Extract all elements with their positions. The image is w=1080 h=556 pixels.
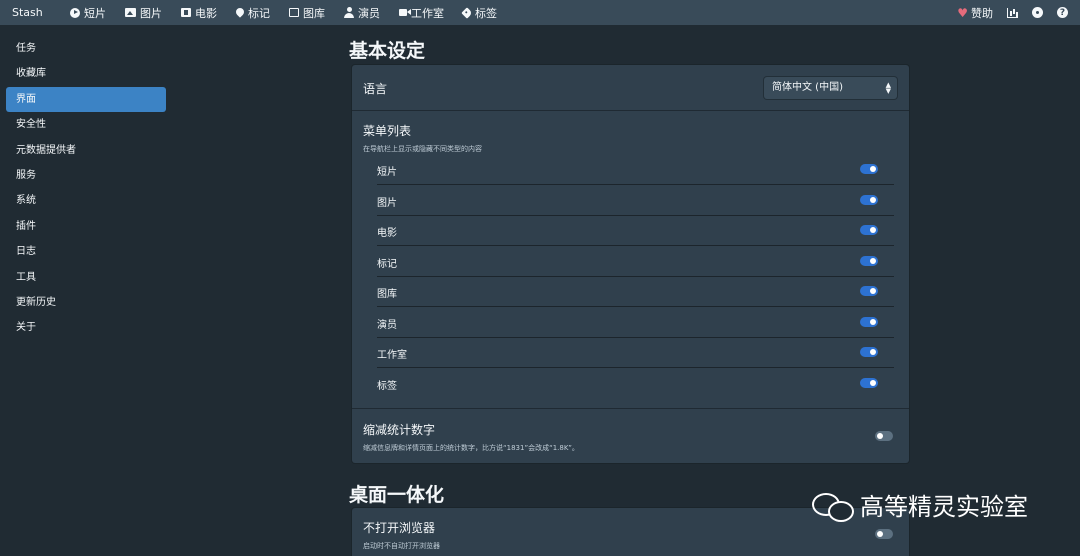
- nav-item-label: 短片: [84, 6, 106, 20]
- menu-item-toggle-scenes[interactable]: [860, 164, 878, 174]
- menu-item-label: 标记: [377, 258, 397, 270]
- menu-item-toggle-studios[interactable]: [860, 347, 878, 357]
- nav-item-images[interactable]: 图片: [125, 5, 162, 21]
- menu-item-toggle-tags[interactable]: [860, 377, 878, 388]
- nav-item-label: 演员: [358, 6, 380, 20]
- menu-items-title: 菜单列表: [363, 124, 412, 138]
- settings-sidebar: 任务 收藏库 界面 安全性 元数据提供者 服务 系统 插件 日志 工具 更新历史…: [6, 36, 166, 341]
- menu-item-toggle-performers[interactable]: [860, 316, 878, 327]
- sidebar-item-services[interactable]: 服务: [6, 163, 166, 188]
- donate-label: 赞助: [971, 6, 993, 20]
- menu-item-toggle-movies[interactable]: [860, 225, 878, 235]
- nav-item-label: 标签: [475, 6, 497, 20]
- menu-items-row: 菜单列表 在导航栏上显示或隐藏不同类型的内容 短片 图片 电影 标记 图库 演员…: [352, 111, 909, 408]
- watermark-text: 高等精灵实验室: [860, 493, 1028, 521]
- gear-icon[interactable]: [1032, 7, 1043, 18]
- select-caret-icon: ▲ ▼: [885, 81, 891, 95]
- menu-item-label: 图库: [377, 289, 397, 300]
- nav-item-performers[interactable]: 演员: [344, 5, 380, 21]
- menu-item-label: 工作室: [377, 350, 407, 361]
- wechat-icon: [812, 490, 856, 522]
- watermark: 高等精灵实验室: [812, 487, 1028, 522]
- sidebar-item-security[interactable]: 安全性: [6, 112, 166, 137]
- map-marker-icon: [234, 5, 246, 18]
- menu-item-markers: 标记: [377, 247, 894, 277]
- donate-button[interactable]: ♥ 赞助: [957, 5, 993, 21]
- nav-item-movies[interactable]: 电影: [181, 5, 217, 21]
- nav-item-label: 图库: [303, 6, 325, 20]
- menu-item-toggle-images[interactable]: [860, 194, 878, 205]
- language-label: 语言: [363, 82, 388, 96]
- menu-item-performers: 演员: [377, 308, 894, 338]
- play-circle-icon: [70, 7, 80, 18]
- nav-item-scenes[interactable]: 短片: [70, 5, 106, 21]
- menu-item-toggle-markers[interactable]: [860, 255, 878, 266]
- help-icon[interactable]: ?: [1057, 7, 1068, 18]
- sidebar-item-plugins[interactable]: 插件: [6, 214, 166, 239]
- image-icon: [125, 8, 136, 17]
- no-browser-toggle[interactable]: [875, 529, 893, 539]
- tag-icon: [461, 6, 473, 19]
- nav-item-label: 标记: [248, 6, 270, 20]
- sidebar-item-logs[interactable]: 日志: [6, 239, 166, 264]
- brand-link[interactable]: Stash: [12, 6, 70, 19]
- sidebar-item-changelog[interactable]: 更新历史: [6, 290, 166, 315]
- images-icon: [289, 8, 299, 17]
- navbar-right-group: ♥ 赞助 ?: [957, 0, 1068, 25]
- nav-item-label: 电影: [195, 6, 217, 20]
- menu-item-tags: 标签: [377, 369, 894, 399]
- menu-items-desc: 在导航栏上显示或隐藏不同类型的内容: [363, 145, 482, 153]
- top-navbar: Stash 短片 图片 电影 标记 图库 演员 工作室 标签 ♥ 赞助 ?: [0, 0, 1080, 25]
- section-title-basic: 基本设定: [349, 40, 426, 62]
- abbrev-counts-toggle[interactable]: [875, 431, 893, 441]
- no-browser-title: 不打开浏览器: [363, 521, 436, 535]
- nav-item-label: 工作室: [411, 6, 444, 20]
- sidebar-item-library[interactable]: 收藏库: [6, 61, 166, 86]
- abbrev-counts-desc: 缩减信息牌和详情页面上的统计数字，比方说“1831”会改成“1.8K”。: [363, 444, 579, 452]
- nav-item-markers[interactable]: 标记: [234, 5, 270, 21]
- menu-item-toggle-galleries[interactable]: [860, 286, 878, 296]
- menu-item-studios: 工作室: [377, 338, 894, 368]
- nav-item-label: 图片: [140, 6, 162, 20]
- menu-item-images: 图片: [377, 186, 894, 216]
- menu-item-label: 演员: [377, 319, 397, 331]
- sidebar-item-interface[interactable]: 界面: [6, 86, 166, 113]
- language-select[interactable]: 简体中文 (中国) ▲ ▼: [764, 77, 897, 99]
- video-icon: [399, 9, 411, 16]
- basic-settings-card: 语言 简体中文 (中国) ▲ ▼ 菜单列表 在导航栏上显示或隐藏不同类型的内容 短…: [352, 65, 909, 463]
- language-row: 语言 简体中文 (中国) ▲ ▼: [352, 65, 909, 110]
- no-browser-desc: 启动时不自动打开浏览器: [363, 542, 440, 550]
- language-select-value: 简体中文 (中国): [772, 82, 843, 93]
- menu-item-scenes: 短片: [377, 155, 894, 185]
- section-title-desktop: 桌面一体化: [349, 484, 445, 506]
- sidebar-item-system[interactable]: 系统: [6, 188, 166, 213]
- nav-item-tags[interactable]: 标签: [461, 5, 497, 21]
- abbrev-counts-title: 缩减统计数字: [363, 423, 436, 437]
- nav-item-studios[interactable]: 工作室: [399, 5, 444, 21]
- menu-item-galleries: 图库: [377, 277, 894, 307]
- menu-item-label: 电影: [377, 228, 397, 239]
- nav-item-galleries[interactable]: 图库: [289, 5, 325, 21]
- menu-item-movies: 电影: [377, 216, 894, 246]
- heart-icon: ♥: [957, 5, 968, 20]
- menu-item-label: 短片: [377, 167, 397, 178]
- sidebar-item-metadata-providers[interactable]: 元数据提供者: [6, 138, 166, 163]
- menu-item-label: 标签: [377, 380, 397, 392]
- sidebar-item-tasks[interactable]: 任务: [6, 36, 166, 61]
- sidebar-item-about[interactable]: 关于: [6, 315, 166, 340]
- sidebar-item-tools[interactable]: 工具: [6, 265, 166, 290]
- user-icon: [344, 7, 354, 18]
- chart-icon[interactable]: [1007, 7, 1018, 18]
- abbrev-counts-row: 缩减统计数字 缩减信息牌和详情页面上的统计数字，比方说“1831”会改成“1.8…: [352, 409, 909, 463]
- film-icon: [181, 8, 191, 17]
- menu-item-label: 图片: [377, 197, 397, 209]
